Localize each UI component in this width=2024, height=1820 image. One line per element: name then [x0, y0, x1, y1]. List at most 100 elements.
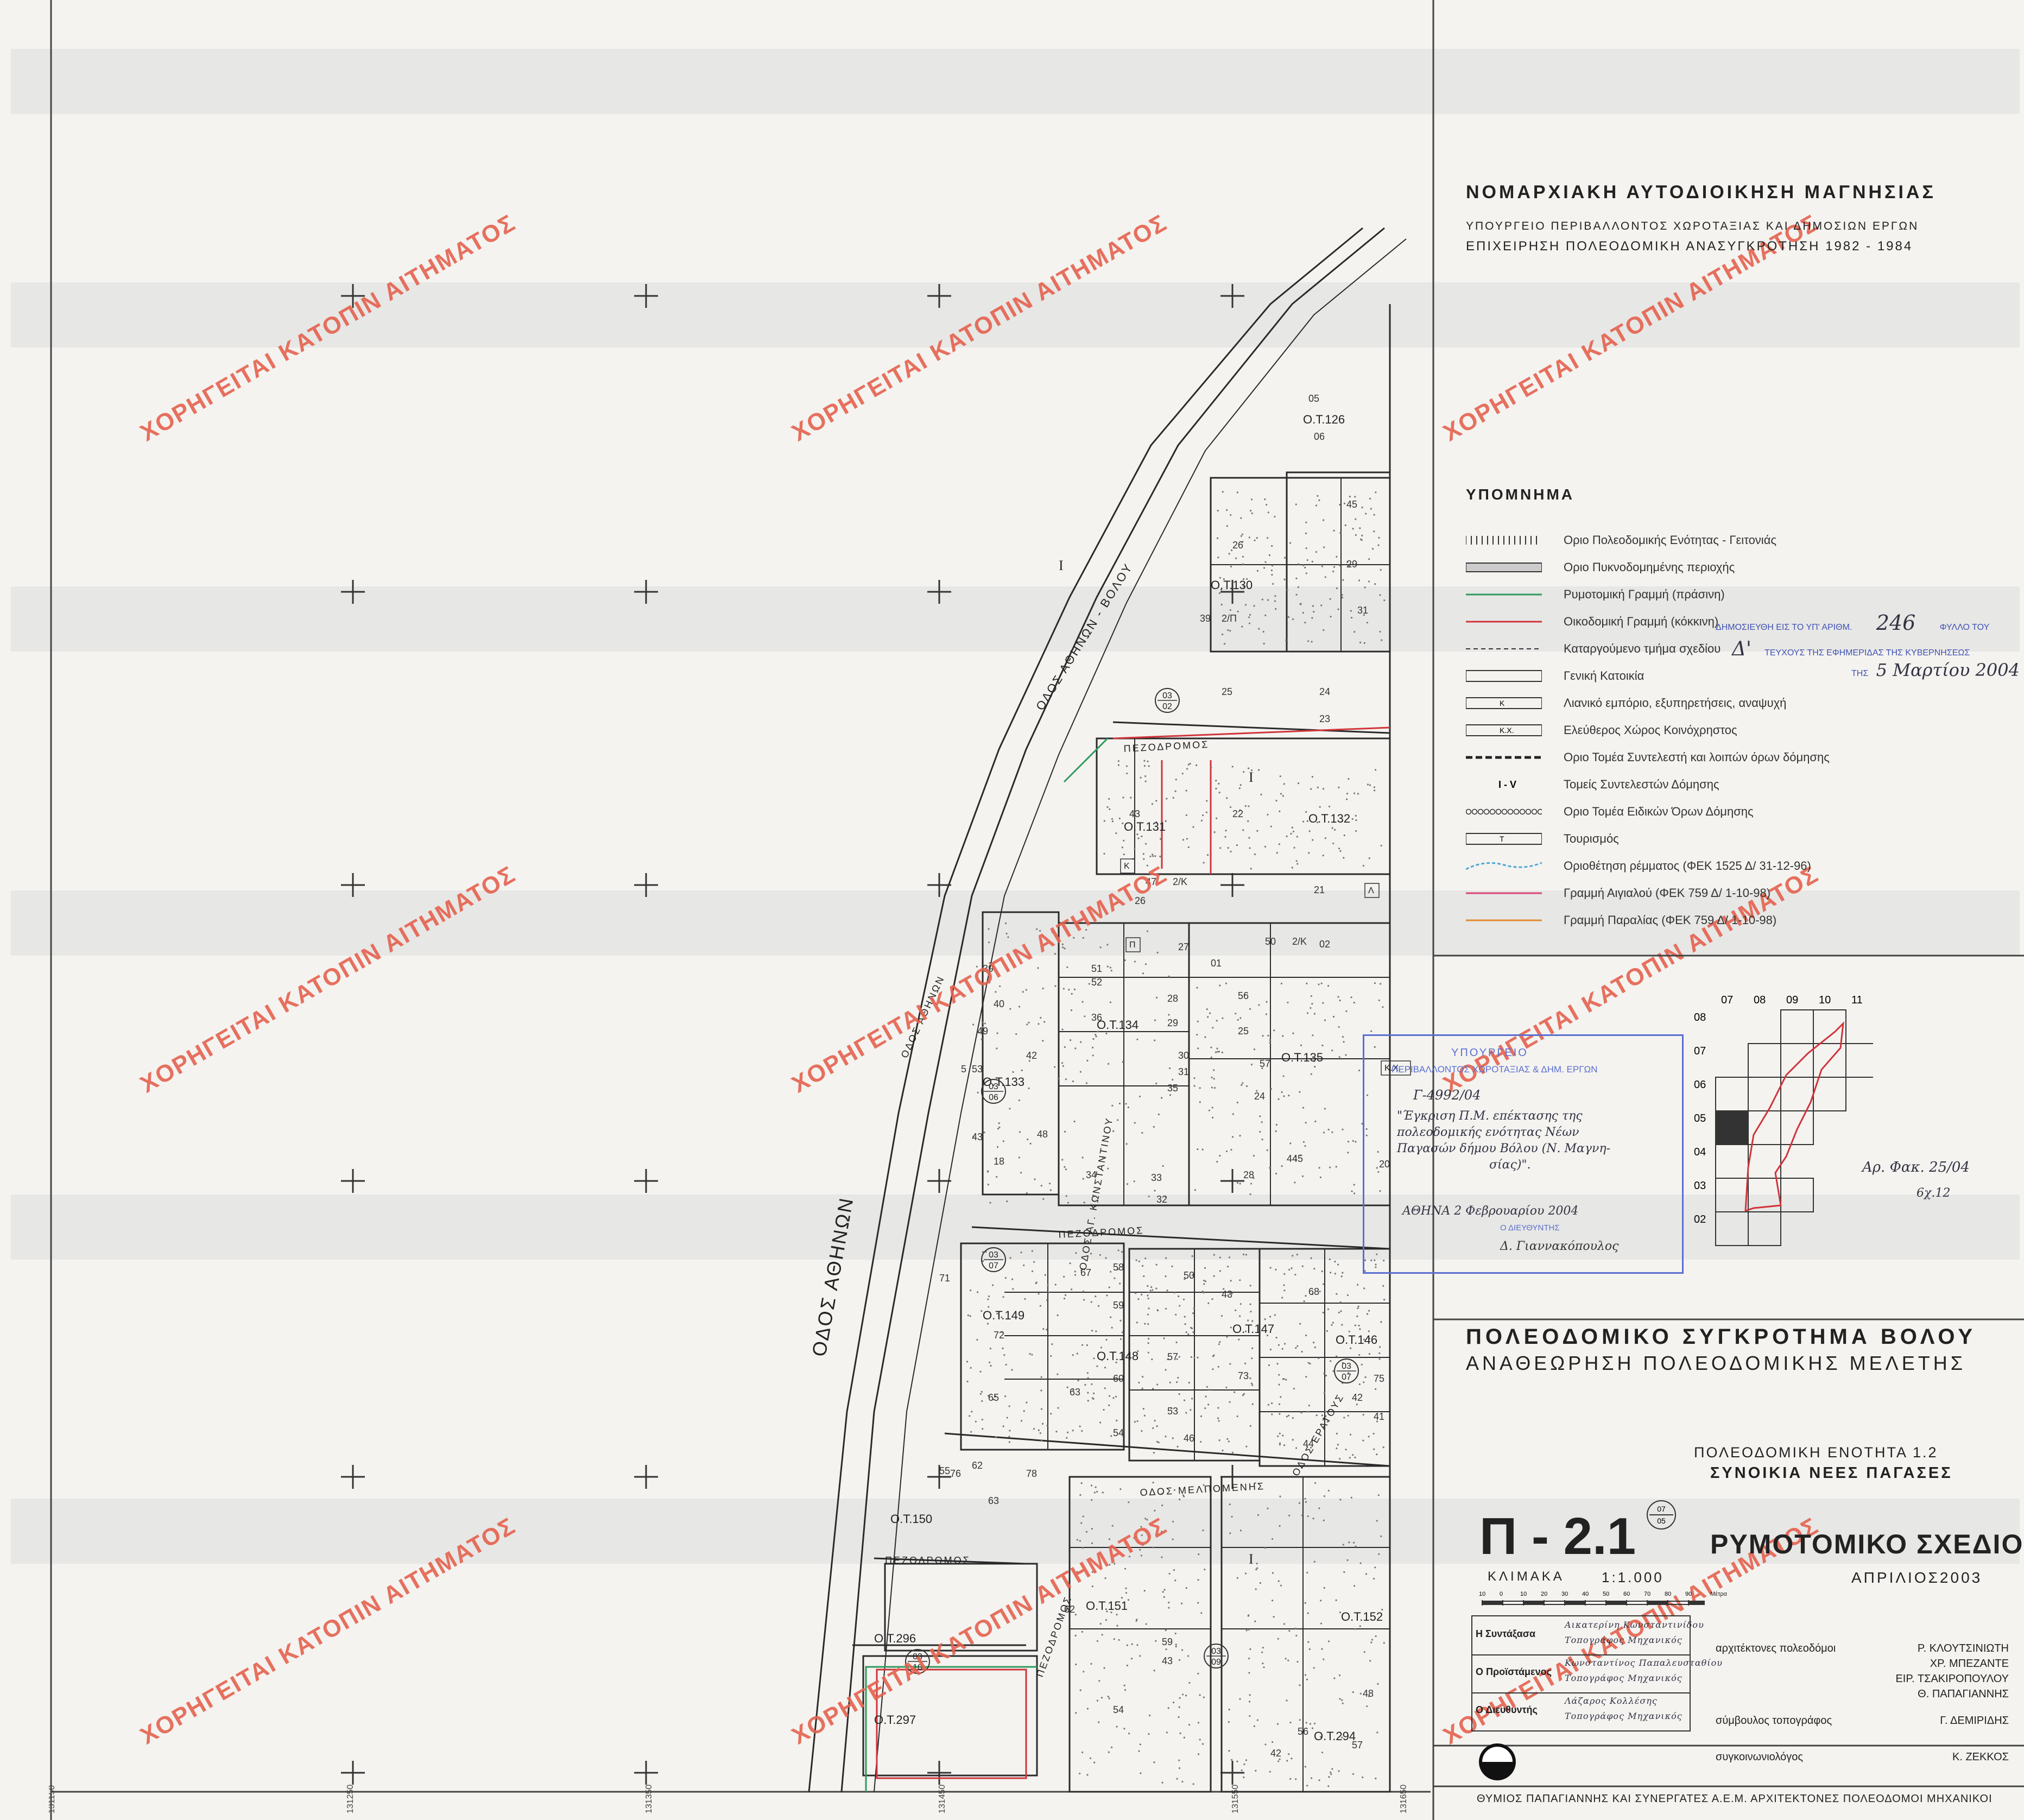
- stipple-dot: [1297, 782, 1300, 785]
- stipple-dot: [1348, 778, 1350, 780]
- stipple-dot: [1365, 1573, 1368, 1575]
- stipple-dot: [1306, 559, 1308, 561]
- stipple-dot: [1149, 1714, 1151, 1717]
- stipple-dot: [1289, 1721, 1292, 1724]
- stipple-dot: [1274, 515, 1276, 518]
- block-label: Ο.Τ.131: [1124, 820, 1166, 833]
- stipple-dot: [1248, 1672, 1250, 1674]
- stipple-dot: [1330, 1272, 1332, 1274]
- sheet-fraction-badge: 07 05: [1647, 1500, 1676, 1530]
- stipple-dot: [1197, 1356, 1199, 1358]
- scale-segment: [1565, 1601, 1585, 1604]
- stipple-dot: [1081, 1547, 1084, 1549]
- stipple-dot: [1336, 555, 1338, 558]
- stipple-dot: [1244, 1572, 1247, 1575]
- stipple-dot: [1368, 580, 1370, 583]
- stipple-dot: [998, 1126, 1001, 1129]
- stipple-dot: [1383, 1642, 1385, 1644]
- street-label: ΠΕΖΟΔΡΟΜΟΣ: [885, 1555, 971, 1566]
- stipple-dot: [1226, 797, 1228, 799]
- stipple-dot: [1374, 789, 1376, 792]
- stipple-dot: [1123, 1684, 1125, 1686]
- stipple-dot: [1314, 1346, 1316, 1349]
- stipple-dot: [1304, 1766, 1306, 1768]
- stipple-dot: [1279, 1758, 1281, 1760]
- stipple-dot: [1134, 848, 1136, 850]
- stipple-dot: [1204, 1569, 1206, 1571]
- stipple-dot: [1081, 1157, 1084, 1159]
- publication-issue-suffix: ΤΕΥΧΟΥΣ ΤΗΣ ΕΦΗΜΕΡΙΔΑΣ ΤΗΣ ΚΥΒΕΡΝΗΣΕΩΣ: [1764, 648, 1970, 658]
- stipple-dot: [1312, 1034, 1314, 1037]
- stipple-dot: [1245, 1085, 1248, 1088]
- stipple-dot: [1350, 996, 1352, 999]
- stipple-dot: [1374, 769, 1377, 771]
- stipple-dot: [1327, 985, 1330, 987]
- stipple-dot: [1192, 1312, 1194, 1315]
- stipple-dot: [1147, 1323, 1149, 1325]
- lot-number: 31: [1357, 605, 1368, 616]
- stipple-dot: [1175, 1644, 1177, 1646]
- scale-value: 1:1.000: [1602, 1569, 1664, 1585]
- stipple-dot: [1273, 1616, 1275, 1618]
- stipple-dot: [1327, 1640, 1330, 1642]
- stipple-dot: [1197, 1148, 1199, 1151]
- stipple-dot: [1174, 1579, 1177, 1582]
- stipple-dot: [1231, 1759, 1233, 1761]
- map-area[interactable]: 5915005914005913005912005911005910001311…: [49, 0, 1431, 1820]
- stipple-dot: [1187, 1333, 1190, 1336]
- stipple-dot: [1333, 529, 1335, 532]
- stipple-dot: [997, 1128, 999, 1130]
- stipple-dot: [1004, 1276, 1007, 1279]
- stipple-dot: [1151, 803, 1154, 805]
- stipple-dot: [1239, 1530, 1242, 1532]
- index-row-label: 06: [1694, 1079, 1706, 1091]
- stipple-dot: [1323, 629, 1325, 631]
- stipple-dot: [1310, 1777, 1313, 1779]
- lot-number: 62: [972, 1460, 983, 1471]
- operation-name: ΕΠΙΧΕΙΡΗΣΗ ΠΟΛΕΟΔΟΜΙΚΗ ΑΝΑΣΥΓΚΡΟΤΗΣΗ 198…: [1466, 239, 1913, 254]
- stipple-dot: [1079, 1425, 1081, 1427]
- stipple-dot: [1289, 542, 1292, 544]
- block-label: Ο.Τ.134: [1097, 1018, 1138, 1032]
- publication-note: ΔΗΜΟΣΙΕΥΘΗ ΕΙΣ ΤΟ ΥΠ' ΑΡΙΘΜ. 246 ΦΥΛΛΟ Τ…: [1716, 611, 1989, 635]
- stipple-dot: [1112, 1397, 1115, 1399]
- stipple-dot: [1248, 837, 1250, 839]
- stipple-dot: [1281, 1297, 1283, 1299]
- stipple-dot: [1122, 1061, 1124, 1063]
- stipple-dot: [1375, 1388, 1377, 1390]
- stipple-dot: [1323, 1658, 1325, 1660]
- stipple-dot: [1234, 1391, 1236, 1393]
- stipple-dot: [1256, 570, 1259, 572]
- stipple-dot: [1249, 1715, 1251, 1717]
- legend-title: ΥΠΟΜΝΗΜΑ: [1466, 486, 1574, 503]
- stipple-dot: [1200, 819, 1203, 821]
- sheet-index-grid: 07 08 09 10 1108070605040302: [1694, 994, 1873, 1246]
- stipple-dot: [1342, 579, 1344, 581]
- stipple-dot: [1256, 830, 1258, 832]
- stipple-dot: [1084, 1015, 1086, 1018]
- stipple-dot: [1103, 852, 1105, 855]
- stipple-dot: [1198, 1553, 1200, 1556]
- stipple-dot: [1236, 1577, 1238, 1579]
- stipple-dot: [1197, 1020, 1199, 1022]
- stipple-dot: [1062, 1065, 1065, 1067]
- stipple-dot: [1266, 1001, 1268, 1003]
- stipple-dot: [1073, 988, 1076, 990]
- stipple-dot: [1163, 1337, 1165, 1339]
- stipple-dot: [1343, 834, 1345, 837]
- stipple-dot: [1075, 1663, 1077, 1666]
- scale-bar-outline: [1482, 1601, 1705, 1605]
- stipple-dot: [1228, 553, 1230, 555]
- stipple-dot: [1260, 793, 1262, 795]
- stipple-dot: [1342, 1702, 1344, 1704]
- stipple-dot: [1155, 1263, 1158, 1266]
- sector-circle: 0302: [1155, 688, 1180, 713]
- stipple-dot: [1341, 1324, 1343, 1326]
- stipple-dot: [1242, 829, 1244, 831]
- sheet-fraction-top: 07: [1657, 1505, 1666, 1513]
- stipple-dot: [1119, 1319, 1122, 1322]
- stipple-dot: [1329, 1166, 1331, 1168]
- stipple-dot: [1321, 1044, 1324, 1046]
- stipple-dot: [1373, 1448, 1375, 1450]
- stipple-dot: [1311, 641, 1313, 643]
